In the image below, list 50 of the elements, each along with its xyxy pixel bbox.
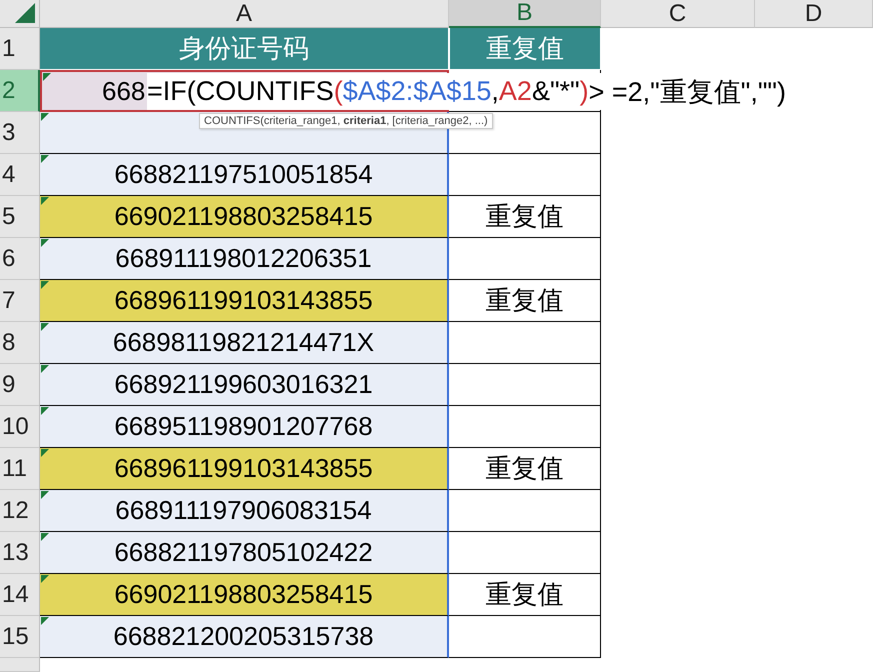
table-cell: 668951198901207768: [114, 411, 373, 442]
table-cell: 重复值: [449, 574, 601, 616]
table-header-cell: 身份证号码: [40, 28, 449, 70]
column-header[interactable]: C: [601, 0, 755, 28]
row-header[interactable]: 11: [0, 448, 40, 490]
table-cell: 重复值: [449, 448, 601, 490]
table-cell: 668911197906083154: [115, 495, 372, 526]
row-header[interactable]: 7: [0, 280, 40, 322]
table-cell: 668821197805102422: [114, 537, 373, 568]
table-cell: 668821197510051854: [114, 159, 373, 190]
table-cell: 668821200205315738: [113, 621, 374, 652]
row-header[interactable]: 14: [0, 574, 40, 616]
select-all-button[interactable]: [0, 0, 40, 28]
formula-part: > =2,"重复值",""): [588, 76, 786, 109]
table-cell: 669021198803258415: [114, 201, 373, 232]
table-cell: 重复值: [449, 196, 601, 238]
error-indicator-icon: [43, 73, 51, 81]
column-header[interactable]: B: [449, 0, 601, 28]
table-header-cell: 重复值: [449, 28, 601, 70]
table-cell: 668911198012206351: [115, 243, 372, 274]
table-cell: 668961199103143855: [114, 285, 373, 316]
row-header[interactable]: 8: [0, 322, 40, 364]
row-header[interactable]: 12: [0, 490, 40, 532]
table-cell: 669021198803258415: [114, 579, 373, 610]
table-cell: 668921199603016321: [114, 369, 373, 400]
formula-part: (: [334, 76, 343, 107]
table-cell: 668: [102, 76, 146, 106]
row-header[interactable]: 3: [0, 112, 40, 154]
row-header[interactable]: 4: [0, 154, 40, 196]
row-header[interactable]: 1: [0, 28, 40, 70]
formula-part: ): [580, 76, 589, 107]
table-cell: 66898119821214471X: [112, 327, 374, 358]
row-header[interactable]: 6: [0, 238, 40, 280]
formula-part: ,: [491, 76, 499, 107]
formula-part: &"*": [532, 76, 580, 107]
column-header[interactable]: A: [40, 0, 449, 28]
formula-part: $A$2:$A$15: [342, 76, 492, 107]
column-header[interactable]: D: [755, 0, 873, 28]
row-header[interactable]: 9: [0, 364, 40, 406]
row-header[interactable]: 5: [0, 196, 40, 238]
table-cell: 重复值: [449, 280, 601, 322]
function-tooltip: COUNTIFS(criteria_range1, criteria1, [criteria_range2, ...): [199, 113, 493, 129]
triangle-icon: [15, 3, 35, 23]
row-header[interactable]: 13: [0, 532, 40, 574]
formula-part: =IF(COUNTIFS: [147, 76, 334, 107]
table-cell: 668961199103143855: [114, 453, 373, 484]
row-header[interactable]: 15: [0, 616, 40, 658]
row-header[interactable]: 2: [0, 70, 40, 112]
formula-part: A2: [498, 76, 532, 107]
row-header[interactable]: 10: [0, 406, 40, 448]
